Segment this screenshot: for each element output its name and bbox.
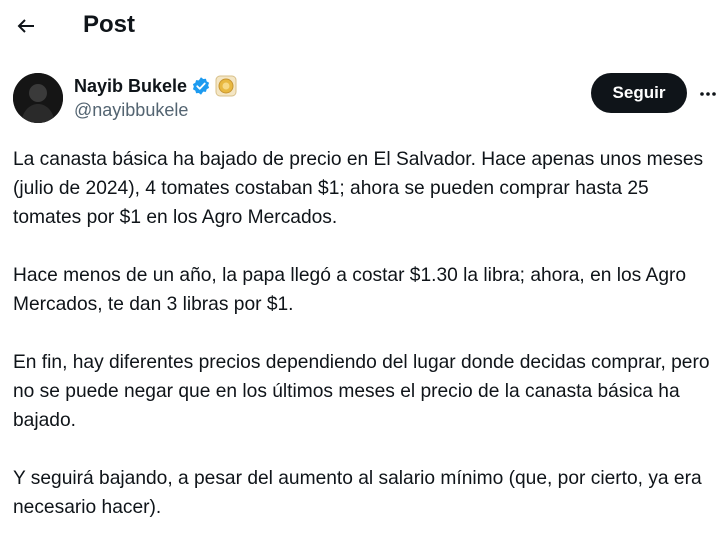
post-paragraph: Hace menos de un año, la papa llegó a co… [13,265,687,315]
post-body: La canasta básica ha bajado de precio en… [13,145,718,551]
post-paragraph: Y seguirá bajando, a pesar del aumento a… [13,468,702,518]
more-icon [700,92,716,96]
follow-button[interactable]: Seguir [591,73,687,113]
arrow-left-icon [17,19,34,33]
avatar[interactable] [13,73,63,123]
post-paragraph: La canasta básica ha bajado de precio en… [13,149,704,228]
back-button[interactable] [6,6,46,46]
page-title: Post [83,11,136,38]
name-line: Nayib Bukele [74,75,237,97]
more-options-button[interactable] [694,80,720,108]
gold-seal-icon [215,75,237,97]
post-header: Post [0,0,720,52]
display-name[interactable]: Nayib Bukele [74,76,187,97]
author-handle[interactable]: @nayibbukele [74,100,188,121]
verified-icon [192,77,210,95]
avatar-image [13,73,63,123]
post-paragraph: En fin, hay diferentes precios dependien… [13,352,710,431]
